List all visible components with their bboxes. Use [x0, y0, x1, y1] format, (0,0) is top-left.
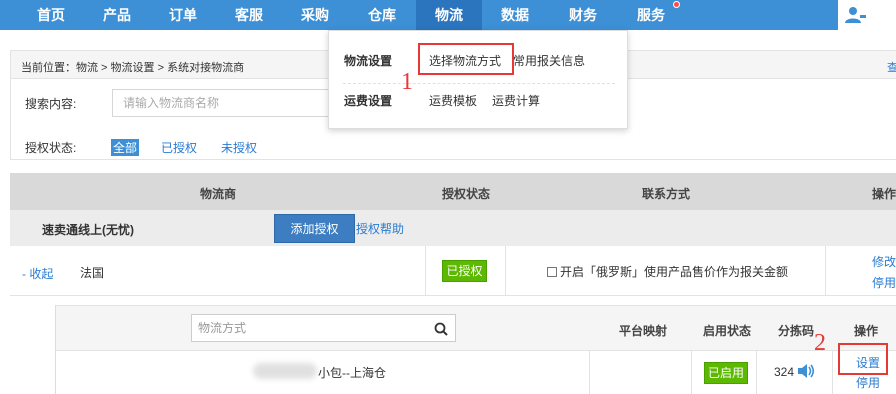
breadcrumb-right-link[interactable]: 查 — [887, 59, 896, 75]
col-platform-mapping: 平台映射 — [619, 324, 668, 338]
divider — [832, 351, 833, 394]
nav-item-logistics[interactable]: 物流 — [416, 0, 482, 30]
divider — [589, 351, 590, 394]
divider — [825, 246, 826, 296]
redacted-text — [253, 363, 317, 379]
authorization-help-link[interactable]: 授权帮助 — [356, 220, 404, 237]
sub-table-header: 物流方式 平台映射 启用状态 分拣码 操作 — [56, 305, 896, 351]
col-contact: 联系方式 — [642, 187, 691, 201]
dropdown-divider — [343, 83, 615, 84]
breadcrumb-label: 当前位置： — [21, 62, 76, 74]
col-sub-actions: 操作 — [854, 324, 879, 338]
nav-item-data[interactable]: 数据 — [482, 0, 548, 30]
modify-link[interactable]: 修改 — [872, 253, 896, 270]
annotation-box-2 — [838, 343, 888, 375]
nav-item-orders[interactable]: 订单 — [150, 0, 216, 30]
method-search-placeholder: 物流方式 — [198, 321, 247, 335]
dropdown-group-title: 物流设置 — [344, 54, 393, 68]
logistics-method-table: 物流方式 平台映射 启用状态 分拣码 操作 小包--上海仓 已启用 324 设置… — [55, 305, 896, 394]
nav-item-service[interactable]: 客服 — [216, 0, 282, 30]
enabled-badge: 已启用 — [704, 362, 748, 384]
menu-item-freight-calc[interactable]: 运费计算 — [492, 92, 540, 109]
table-row: - 收起 法国 已授权 开启「俄罗斯」使用产品售价作为报关金额 修改 停用 — [10, 246, 896, 296]
annotation-number-2: 2 — [814, 330, 826, 356]
nav-item-home[interactable]: 首页 — [18, 0, 84, 30]
country-name: 法国 — [80, 266, 105, 280]
collapse-link[interactable]: - 收起 — [22, 265, 53, 282]
divider — [425, 246, 426, 296]
notification-dot — [673, 1, 680, 8]
user-menu-button[interactable] — [838, 0, 896, 30]
divider — [505, 246, 506, 296]
checkbox-box[interactable] — [547, 267, 557, 277]
disable-link[interactable]: 停用 — [872, 274, 896, 291]
add-authorization-button[interactable]: 添加授权 — [274, 214, 355, 243]
nav-item-warehouse[interactable]: 仓库 — [348, 0, 416, 30]
search-label: 搜索内容: — [25, 97, 77, 111]
col-sort-code: 分拣码 — [778, 324, 815, 338]
logistics-dropdown-menu: 物流设置 选择物流方式 常用报关信息 运费设置 运费模板 运费计算 1 — [328, 30, 628, 129]
nav-item-finance[interactable]: 财务 — [548, 0, 618, 30]
col-provider: 物流商 — [200, 187, 237, 201]
checkbox-label: 开启「俄罗斯」使用产品售价作为报关金额 — [560, 265, 789, 279]
nav-item-purchasing[interactable]: 采购 — [282, 0, 348, 30]
search-input[interactable]: 请输入物流商名称 — [112, 89, 352, 117]
divider — [756, 351, 757, 394]
annotation-box-1 — [418, 43, 514, 75]
dropdown-group-title: 运费设置 — [344, 94, 393, 108]
nav-item-products[interactable]: 产品 — [84, 0, 150, 30]
disable-method-link[interactable]: 停用 — [856, 374, 880, 391]
filter-unauthorized[interactable]: 未授权 — [221, 139, 257, 156]
sort-code: 324 — [774, 365, 795, 379]
table-row: 小包--上海仓 已启用 324 设置 停用 — [56, 351, 896, 394]
menu-item-freight-template[interactable]: 运费模板 — [429, 92, 477, 109]
divider — [691, 351, 692, 394]
provider-row: 速卖通线上(无忧) 添加授权 授权帮助 — [10, 210, 896, 246]
method-name: 小包--上海仓 — [318, 366, 386, 380]
method-search-input[interactable]: 物流方式 — [191, 314, 456, 342]
col-actions: 操作 — [872, 187, 896, 201]
filter-label: 授权状态: — [25, 141, 77, 155]
russia-price-checkbox[interactable]: 开启「俄罗斯」使用产品售价作为报关金额 — [547, 263, 788, 280]
menu-item-customs-info[interactable]: 常用报关信息 — [513, 52, 585, 69]
status-badge: 已授权 — [442, 260, 487, 282]
annotation-number-1: 1 — [401, 69, 413, 95]
table-header: 物流商 授权状态 联系方式 操作 — [10, 173, 896, 210]
speaker-icon[interactable] — [796, 362, 816, 383]
filter-authorized[interactable]: 已授权 — [161, 139, 197, 156]
col-auth-status: 授权状态 — [442, 187, 491, 201]
provider-name: 速卖通线上(无忧) — [42, 223, 134, 237]
top-nav: 首页 产品 订单 客服 采购 仓库 物流 数据 财务 服务 — [0, 0, 896, 30]
breadcrumb-path: 物流 > 物流设置 > 系统对接物流商 — [76, 62, 245, 74]
filter-all[interactable]: 全部 — [111, 139, 140, 156]
col-enabled-status: 启用状态 — [703, 324, 752, 338]
